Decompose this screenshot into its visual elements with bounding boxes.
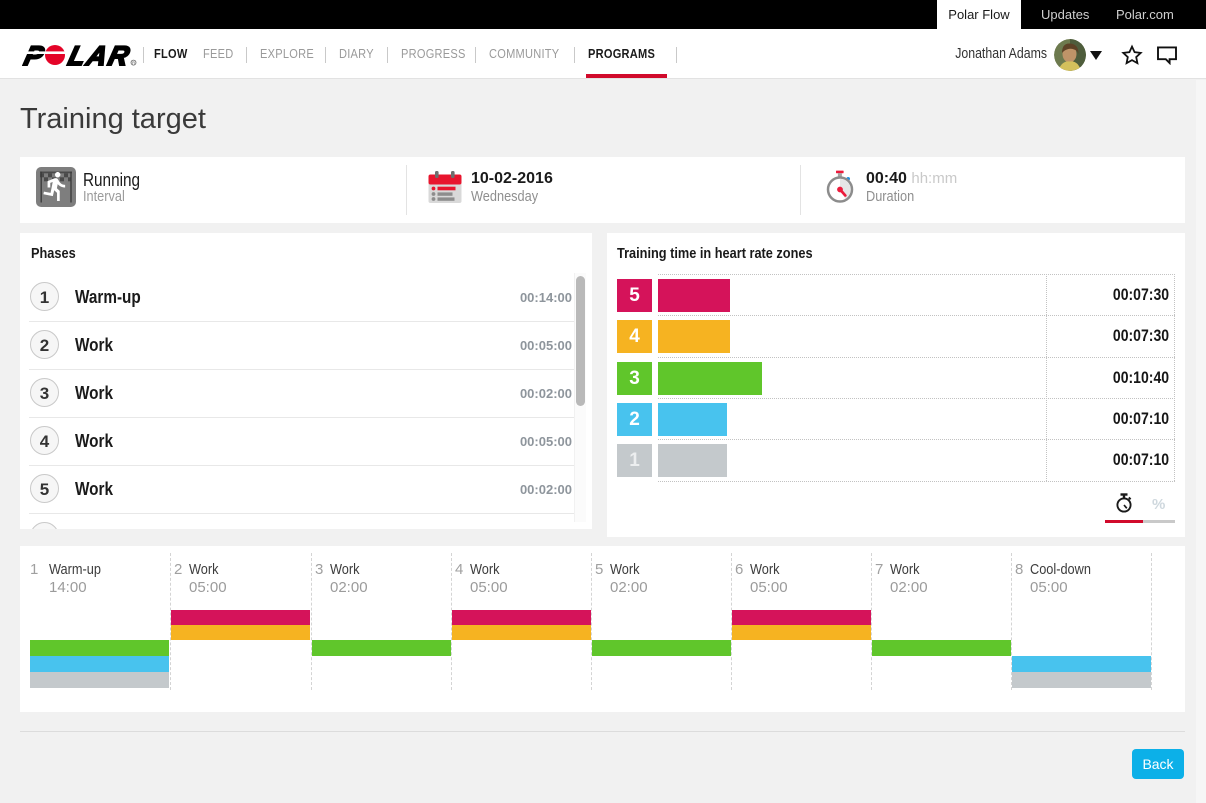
svg-text:P: P: [22, 44, 48, 66]
svg-text:R: R: [132, 60, 135, 65]
svg-text:LAR: LAR: [65, 44, 134, 66]
